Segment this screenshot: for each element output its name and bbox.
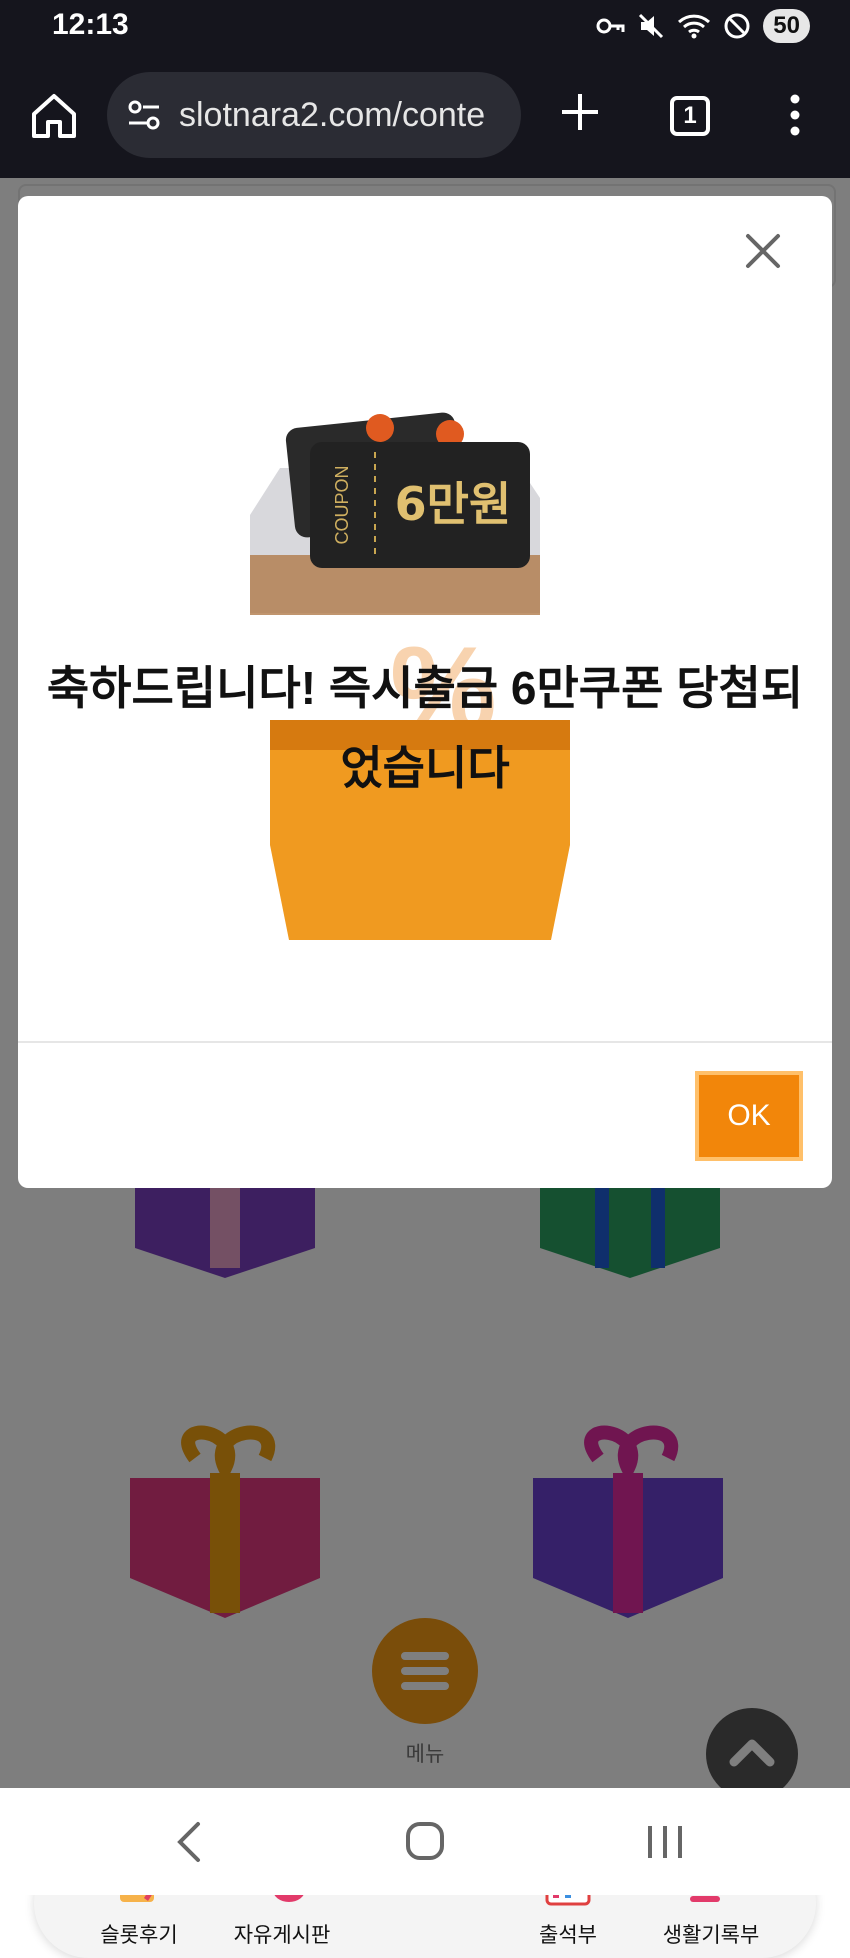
do-not-disturb-icon — [724, 13, 750, 39]
home-icon[interactable] — [28, 90, 80, 142]
mute-icon — [639, 13, 664, 39]
new-tab-icon[interactable] — [558, 90, 602, 134]
more-options-icon[interactable] — [780, 92, 810, 138]
status-time: 12:13 — [52, 8, 129, 41]
nav-label: 슬롯후기 — [100, 1924, 178, 1947]
system-navigation-bar — [0, 1788, 850, 1895]
url-text[interactable]: slotnara2.com/conte — [179, 96, 485, 135]
status-bar: 12:13 50 — [0, 0, 850, 52]
ok-button[interactable]: OK — [695, 1071, 803, 1161]
coupon-brand-text: COUPON — [332, 465, 352, 544]
nav-label: 출석부 — [539, 1924, 597, 1947]
back-icon[interactable] — [166, 1820, 216, 1864]
home-nav-icon[interactable] — [400, 1820, 450, 1864]
site-settings-icon[interactable] — [125, 95, 165, 135]
battery-icon: 50 — [763, 9, 810, 43]
key-icon — [596, 18, 625, 34]
nav-label: 생활기록부 — [662, 1924, 760, 1947]
close-icon[interactable] — [738, 226, 788, 276]
coupon-amount-text: 6만원 — [395, 477, 512, 531]
tab-switcher-button[interactable]: 1 — [670, 96, 710, 136]
modal-divider — [18, 1041, 832, 1043]
browser-toolbar: slotnara2.com/conte 1 — [0, 52, 850, 178]
recent-apps-icon[interactable] — [640, 1820, 690, 1864]
win-message: 축하드립니다! 즉시출금 6만쿠폰 당첨되었습니다 — [46, 662, 804, 794]
wifi-icon — [678, 14, 711, 39]
status-icons: 50 — [595, 9, 810, 43]
nav-label: 자유게시판 — [233, 1924, 331, 1947]
address-bar[interactable]: slotnara2.com/conte — [107, 72, 521, 158]
